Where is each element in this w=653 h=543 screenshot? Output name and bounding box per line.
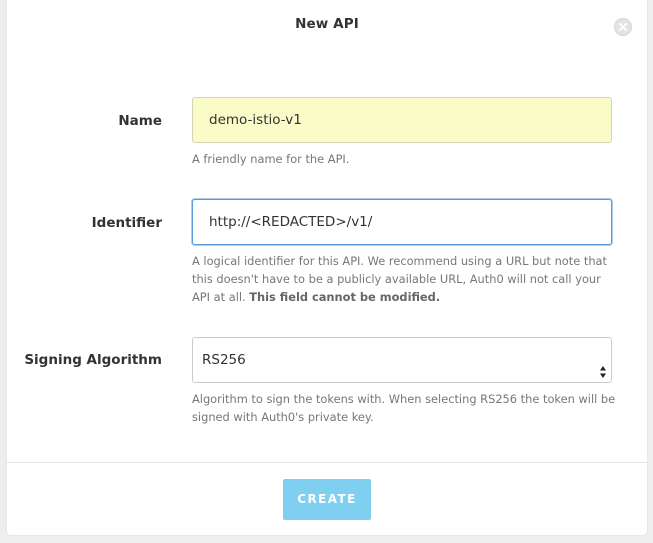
identifier-input[interactable]: http://<REDACTED>/v1/ — [192, 199, 612, 245]
signing-algorithm-value: RS256 — [202, 352, 246, 368]
create-button[interactable]: CREATE — [283, 479, 371, 520]
dialog-title: New API — [295, 16, 359, 32]
signing-algorithm-select[interactable]: RS256 — [192, 337, 612, 383]
signing-algorithm-help-line: Algorithm to sign the tokens with. When … — [192, 392, 616, 406]
identifier-label: Identifier — [91, 215, 162, 231]
signing-algorithm-help-text: Algorithm to sign the tokens with. When … — [192, 390, 617, 426]
identifier-help-line: this doesn't have to be a publicly avail… — [192, 272, 601, 286]
select-arrows-icon — [599, 353, 607, 378]
name-input[interactable]: demo-istio-v1 — [192, 97, 612, 143]
close-button[interactable] — [614, 18, 632, 36]
name-label: Name — [118, 113, 162, 129]
identifier-help-text: A logical identifier for this API. We re… — [192, 252, 617, 306]
identifier-help-line: API at all. This field cannot be modifie… — [192, 288, 617, 306]
identifier-help-line-text: API at all. — [192, 290, 246, 304]
new-api-dialog: New API Name demo-istio-v1 A friendly na… — [7, 0, 647, 535]
signing-algorithm-label: Signing Algorithm — [24, 352, 162, 368]
footer-divider — [7, 462, 647, 463]
signing-algorithm-help-line: signed with Auth0's private key. — [192, 410, 374, 424]
name-help-text: A friendly name for the API. — [192, 152, 350, 166]
identifier-help-line: A logical identifier for this API. We re… — [192, 254, 607, 268]
identifier-help-bold: This field cannot be modified. — [249, 290, 441, 304]
